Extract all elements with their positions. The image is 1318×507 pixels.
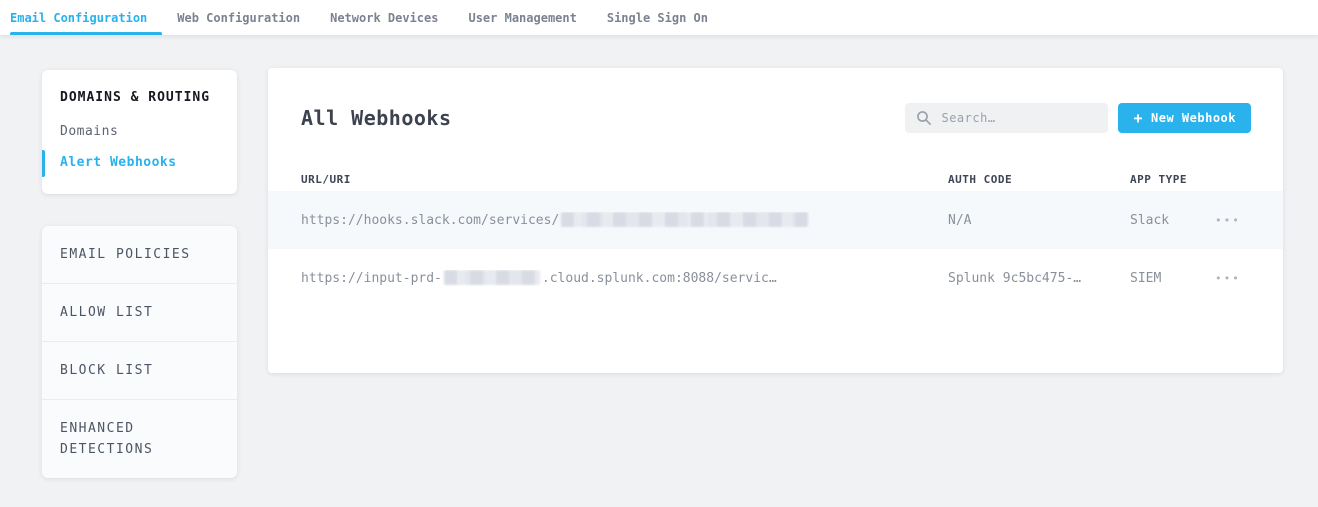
sidebar-item-enhanced-detections[interactable]: ENHANCED DETECTIONS [42,399,237,478]
tab-label: Network Devices [330,11,438,25]
tab-label: User Management [468,11,576,25]
redacted-url-segment [444,270,540,285]
new-webhook-button[interactable]: + New Webhook [1118,103,1251,133]
webhooks-panel: All Webhooks + New Webhook URL/URI AUTH … [268,68,1283,373]
top-nav-bar: Email Configuration Web Configuration Ne… [0,0,1318,35]
sidebar-item-block-list[interactable]: BLOCK LIST [42,341,237,399]
panel-header: All Webhooks + New Webhook [268,68,1283,133]
auth-code-cell: N/A [948,213,1130,228]
sidebar-item-label: Alert Webhooks [60,155,177,170]
webhook-url-cell: https://hooks.slack.com/services/ [301,212,948,228]
tab-email-configuration[interactable]: Email Configuration [0,0,162,35]
column-header-auth-code: AUTH CODE [948,173,1130,186]
search-input[interactable] [905,103,1108,133]
plus-icon: + [1133,111,1143,126]
row-actions-menu-icon[interactable]: ••• [1215,273,1283,284]
url-text: https://hooks.slack.com/services/ [301,213,559,228]
app-type-cell: SIEM [1130,271,1215,286]
sidebar-section-title: DOMAINS & ROUTING [60,90,219,105]
active-item-indicator [42,150,45,177]
table-row: https://input-prd- .cloud.splunk.com:8088… [268,249,1283,307]
sidebar-item-email-policies[interactable]: EMAIL POLICIES [42,226,237,283]
auth-code-cell: Splunk 9c5bc475-… [948,271,1130,286]
sidebar-domains-routing-card: DOMAINS & ROUTING Domains Alert Webhooks [42,70,237,194]
column-header-app-type: APP TYPE [1130,173,1215,186]
redacted-url-segment [561,212,808,227]
tab-label: Web Configuration [177,11,300,25]
tab-label: Email Configuration [10,11,147,25]
tab-label: Single Sign On [607,11,708,25]
sidebar-item-domains[interactable]: Domains [60,124,219,139]
search-box [905,103,1108,133]
url-text: https://input-prd- [301,271,442,286]
page-title: All Webhooks [301,106,452,130]
app-type-cell: Slack [1130,213,1215,228]
table-header-row: URL/URI AUTH CODE APP TYPE [268,167,1283,191]
new-webhook-button-label: New Webhook [1151,111,1236,125]
active-tab-underline [10,32,162,35]
column-header-url: URL/URI [301,173,948,186]
tab-network-devices[interactable]: Network Devices [315,0,453,35]
sidebar-item-alert-webhooks[interactable]: Alert Webhooks [60,155,219,170]
search-icon [916,110,932,126]
tab-web-configuration[interactable]: Web Configuration [162,0,315,35]
sidebar-sections-card: EMAIL POLICIES ALLOW LIST BLOCK LIST ENH… [42,226,237,478]
url-text-suffix: .cloud.splunk.com:8088/servic… [542,271,777,286]
webhook-url-cell: https://input-prd- .cloud.splunk.com:8088… [301,270,948,286]
table-row: https://hooks.slack.com/services/ N/A Sl… [268,191,1283,249]
tab-user-management[interactable]: User Management [453,0,591,35]
sidebar-item-allow-list[interactable]: ALLOW LIST [42,283,237,341]
tab-single-sign-on[interactable]: Single Sign On [592,0,723,35]
row-actions-menu-icon[interactable]: ••• [1215,215,1283,226]
